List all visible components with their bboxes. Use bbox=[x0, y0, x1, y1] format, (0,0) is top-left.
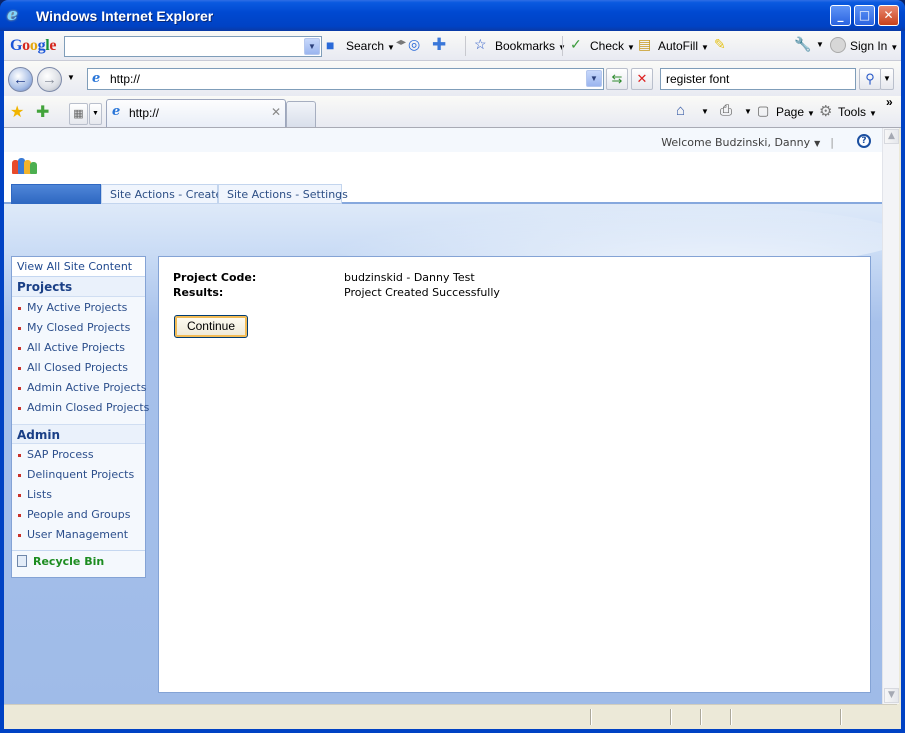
close-tab-icon[interactable]: ✕ bbox=[271, 105, 281, 119]
project-code-label: Project Code: bbox=[173, 271, 257, 284]
recycle-bin-link[interactable]: Recycle Bin bbox=[17, 555, 104, 568]
sign-in-button[interactable]: Sign In ▼ bbox=[850, 39, 898, 53]
admin-heading[interactable]: Admin bbox=[12, 424, 145, 444]
title-bar: e Windows Internet Explorer _ □ ✕ bbox=[0, 0, 905, 31]
favorites-star-icon[interactable]: ★ bbox=[10, 102, 24, 122]
tab-site-actions-settings[interactable]: Site Actions - Settings bbox=[218, 184, 348, 204]
sidebar-item-my-active-projects[interactable]: My Active Projects bbox=[12, 301, 127, 321]
maximize-button[interactable]: □ bbox=[854, 5, 875, 26]
page-content: Welcome Budzinski, Danny ▼ | ? Site Action… bbox=[4, 128, 882, 704]
projects-heading[interactable]: Projects bbox=[12, 277, 145, 297]
recycle-bin-icon bbox=[17, 555, 27, 567]
view-all-site-content-link[interactable]: View All Site Content bbox=[12, 257, 145, 277]
quick-launch: View All Site Content Projects My Active… bbox=[11, 256, 149, 578]
browser-tab-active[interactable]: e http:// ✕ bbox=[106, 99, 286, 127]
chevron-down-icon[interactable]: ▼ bbox=[880, 68, 894, 90]
add-button-icon[interactable]: ✚ bbox=[432, 35, 446, 55]
tools-menu-button[interactable]: Tools ▼ bbox=[838, 105, 877, 119]
chevron-down-icon[interactable]: ▼ bbox=[744, 107, 752, 116]
check-button[interactable]: Check ▼ bbox=[590, 39, 635, 53]
sidebar-item-sap-process[interactable]: SAP Process bbox=[12, 448, 94, 468]
spellcheck-icon: ✓ bbox=[570, 36, 582, 52]
chevron-down-icon[interactable]: ▼ bbox=[701, 107, 709, 116]
refresh-button[interactable]: ⇆ bbox=[606, 68, 628, 90]
search-icon[interactable]: ⚲ bbox=[859, 68, 881, 90]
sidebar-item-delinquent-projects[interactable]: Delinquent Projects bbox=[12, 468, 134, 488]
tab-title: http:// bbox=[129, 106, 160, 120]
window-title: Windows Internet Explorer bbox=[36, 8, 214, 24]
welcome-menu[interactable]: Welcome Budzinski, Danny ▼ | bbox=[661, 136, 834, 149]
more-tools-icon[interactable]: » bbox=[886, 95, 893, 109]
autofill-icon: ▤ bbox=[638, 36, 652, 52]
welcome-strip: Welcome Budzinski, Danny ▼ | ? bbox=[4, 128, 882, 152]
tab-site-actions-create[interactable]: Site Actions - Create bbox=[101, 184, 222, 204]
tab-list-icon[interactable]: ▼ bbox=[89, 103, 102, 125]
arrows-icon: ◂▸ bbox=[396, 37, 407, 48]
pagerank-icon[interactable]: ◎ bbox=[408, 36, 420, 53]
tab-home[interactable] bbox=[11, 184, 101, 204]
sidebar-item-all-closed-projects[interactable]: All Closed Projects bbox=[12, 361, 128, 381]
autofill-button[interactable]: AutoFill ▼ bbox=[658, 39, 709, 53]
page-menu-button[interactable]: Page ▼ bbox=[776, 105, 815, 119]
page-icon: ▢ bbox=[757, 103, 770, 118]
chevron-down-icon[interactable]: ▼ bbox=[304, 38, 320, 55]
continue-button[interactable]: Continue bbox=[174, 315, 248, 338]
project-code-value: budzinskid - Danny Test bbox=[344, 271, 475, 284]
ie-page-icon: e bbox=[92, 71, 101, 86]
sidebar-item-my-closed-projects[interactable]: My Closed Projects bbox=[12, 321, 130, 341]
sidebar-item-admin-active-projects[interactable]: Admin Active Projects bbox=[12, 381, 146, 401]
scroll-down-icon[interactable]: ▼ bbox=[884, 688, 899, 703]
sidebar-item-all-active-projects[interactable]: All Active Projects bbox=[12, 341, 125, 361]
help-icon[interactable]: ? bbox=[857, 134, 871, 148]
gear-icon: ⚙ bbox=[819, 103, 833, 120]
back-button[interactable]: ← bbox=[8, 67, 33, 92]
live-search-input[interactable]: register font bbox=[660, 68, 856, 90]
signin-icon bbox=[830, 37, 846, 53]
home-icon[interactable]: ⌂ bbox=[676, 102, 685, 119]
stop-button[interactable]: ✕ bbox=[631, 68, 653, 90]
sidebar-item-admin-closed-projects[interactable]: Admin Closed Projects bbox=[12, 401, 149, 421]
tabs-toolbar: ★ ✚ ▦ ▼ e http:// ✕ ⌂ ▼ ⎙ ▼ ▢ Page ▼ ⚙ To… bbox=[4, 95, 901, 128]
print-icon[interactable]: ⎙ bbox=[720, 102, 732, 119]
wrench-icon[interactable]: 🔧 bbox=[794, 36, 811, 53]
result-panel: Project Code: budzinskid - Danny Test Re… bbox=[158, 256, 871, 693]
star-icon: ☆ bbox=[474, 36, 487, 52]
add-favorites-icon[interactable]: ✚ bbox=[36, 102, 49, 122]
bookmarks-button[interactable]: Bookmarks▼ bbox=[495, 39, 566, 53]
vertical-scrollbar[interactable]: ▲ ▼ bbox=[882, 128, 899, 704]
chevron-down-icon[interactable]: ▼ bbox=[816, 40, 824, 49]
site-logo-icon[interactable] bbox=[12, 158, 37, 174]
address-toolbar: ← → ▼ e http:// ▼ ⇆ ✕ register font ⚲ ▼ bbox=[4, 61, 901, 96]
close-button[interactable]: ✕ bbox=[878, 5, 899, 26]
new-tab-button[interactable] bbox=[286, 101, 316, 127]
google-toolbar: Google ▼ ■ Search▼ ◂▸ ◎ ✚ ☆ Bookmarks▼ ✓… bbox=[4, 31, 901, 61]
ie-logo-icon: e bbox=[7, 5, 18, 25]
google-search-input[interactable]: ▼ bbox=[64, 36, 322, 57]
google-search-button[interactable]: Search ▼ bbox=[346, 39, 395, 53]
quick-tabs-icon[interactable]: ▦ bbox=[69, 103, 88, 125]
minimize-button[interactable]: _ bbox=[830, 5, 851, 26]
sidebar-item-lists[interactable]: Lists bbox=[12, 488, 52, 508]
status-bar bbox=[4, 704, 897, 728]
scroll-up-icon[interactable]: ▲ bbox=[884, 129, 899, 144]
sidebar-item-people-and-groups[interactable]: People and Groups bbox=[12, 508, 130, 528]
address-input[interactable]: e http:// ▼ bbox=[87, 68, 604, 90]
highlighter-icon[interactable]: ✎ bbox=[714, 36, 726, 53]
chevron-down-icon[interactable]: ▼ bbox=[586, 70, 602, 87]
google-search-icon[interactable]: ■ bbox=[326, 37, 334, 53]
google-logo[interactable]: Google bbox=[10, 37, 57, 55]
results-value: Project Created Successfully bbox=[344, 286, 500, 299]
recent-pages-icon[interactable]: ▼ bbox=[67, 73, 75, 82]
ie-page-icon: e bbox=[112, 104, 121, 119]
results-label: Results: bbox=[173, 286, 224, 299]
forward-button[interactable]: → bbox=[37, 67, 62, 92]
sidebar-item-user-management[interactable]: User Management bbox=[12, 528, 128, 548]
